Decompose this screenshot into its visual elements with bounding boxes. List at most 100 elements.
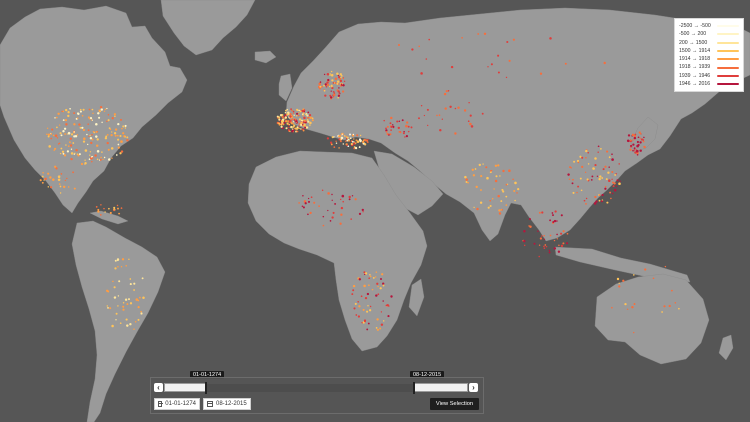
event-dot xyxy=(341,90,345,93)
event-dot xyxy=(293,118,296,121)
world-map[interactable] xyxy=(0,0,750,422)
event-dot xyxy=(599,194,601,196)
event-dot xyxy=(57,178,61,181)
event-dot xyxy=(445,90,448,93)
event-dot xyxy=(324,94,327,97)
event-dot xyxy=(377,293,380,296)
map-viewport[interactable]: -2500 → -500 -500 → 200 200 → 1500 1500 … xyxy=(0,0,750,422)
event-dot xyxy=(494,179,498,183)
event-dot xyxy=(39,179,42,182)
event-dot xyxy=(117,295,120,297)
event-dot xyxy=(401,119,404,122)
event-dot xyxy=(340,133,343,135)
event-dot xyxy=(108,207,110,210)
event-dot xyxy=(89,134,91,137)
event-dot xyxy=(97,112,100,115)
event-dot xyxy=(636,140,639,144)
event-dot xyxy=(579,177,582,180)
event-dot xyxy=(562,230,565,233)
event-dot xyxy=(99,105,103,109)
event-dot xyxy=(599,147,602,150)
event-dot xyxy=(338,76,341,79)
event-dot xyxy=(56,116,58,119)
event-dot xyxy=(444,107,447,110)
event-dot xyxy=(278,118,281,121)
event-dot xyxy=(99,214,102,216)
event-dot xyxy=(642,140,645,143)
timeline-prev-button[interactable]: ‹ xyxy=(154,383,163,392)
event-dot xyxy=(599,175,602,178)
event-dot xyxy=(77,112,80,116)
timeline-start-handle[interactable] xyxy=(205,382,207,394)
timeline-start-range[interactable] xyxy=(164,383,206,392)
event-dot xyxy=(489,199,492,202)
event-dot xyxy=(353,138,355,140)
event-dot xyxy=(106,107,108,110)
event-dot xyxy=(65,144,67,146)
event-dot xyxy=(121,258,125,261)
event-dot xyxy=(48,145,51,148)
end-date-field[interactable]: 08-12-2015 xyxy=(203,398,251,410)
event-dot xyxy=(379,327,382,330)
event-dot xyxy=(375,327,378,329)
event-dot xyxy=(551,212,554,214)
event-dot xyxy=(296,112,299,115)
event-dot xyxy=(528,218,531,221)
timeline-end-range[interactable] xyxy=(413,383,468,392)
event-dot xyxy=(538,211,541,214)
legend-label: 200 → 1500 xyxy=(679,39,708,46)
event-dot xyxy=(79,108,82,111)
event-dot xyxy=(356,134,359,137)
event-dot xyxy=(382,282,385,285)
event-dot xyxy=(129,323,132,326)
event-dot xyxy=(360,295,363,298)
event-dot xyxy=(505,76,508,79)
event-dot xyxy=(318,87,321,90)
event-dot xyxy=(339,78,342,80)
start-date-field[interactable]: 01-01-1274 xyxy=(154,398,200,410)
event-dot xyxy=(95,205,98,208)
event-dot xyxy=(106,305,108,307)
event-dot xyxy=(292,112,295,114)
event-dot xyxy=(76,117,79,119)
event-dot xyxy=(128,258,130,261)
event-dot xyxy=(483,32,487,36)
event-dot xyxy=(464,175,467,179)
legend-swatch xyxy=(717,41,739,44)
event-dot xyxy=(140,310,142,313)
event-dot xyxy=(59,185,62,188)
event-dot xyxy=(639,149,642,152)
event-dot xyxy=(404,136,406,138)
event-dot xyxy=(129,283,132,286)
event-dot xyxy=(390,116,393,120)
event-dot xyxy=(57,112,60,115)
event-dot xyxy=(330,90,332,92)
event-dot xyxy=(59,152,62,155)
event-dot xyxy=(100,108,103,111)
event-dot xyxy=(387,315,390,318)
event-dot xyxy=(113,132,117,135)
event-dot xyxy=(100,204,102,206)
event-dot xyxy=(611,170,614,174)
event-dot xyxy=(512,178,514,181)
event-dot xyxy=(290,125,293,129)
event-dot xyxy=(505,195,508,198)
event-dot xyxy=(361,140,365,144)
event-dot xyxy=(505,204,508,206)
event-dot xyxy=(65,123,68,126)
event-dot xyxy=(113,206,116,209)
event-dot xyxy=(363,271,366,274)
event-dot xyxy=(62,185,66,189)
timeline-next-button[interactable]: › xyxy=(469,383,478,392)
event-dot xyxy=(97,210,100,213)
event-dot xyxy=(631,133,635,137)
event-dot xyxy=(41,181,44,184)
event-dot xyxy=(342,143,345,145)
event-dot xyxy=(304,202,307,205)
view-selection-button[interactable]: View Selection xyxy=(430,398,479,410)
event-dot xyxy=(88,118,91,120)
event-dot xyxy=(592,167,595,170)
event-dot xyxy=(338,87,340,89)
timeline-end-handle[interactable] xyxy=(413,382,415,394)
event-dot xyxy=(494,164,498,167)
